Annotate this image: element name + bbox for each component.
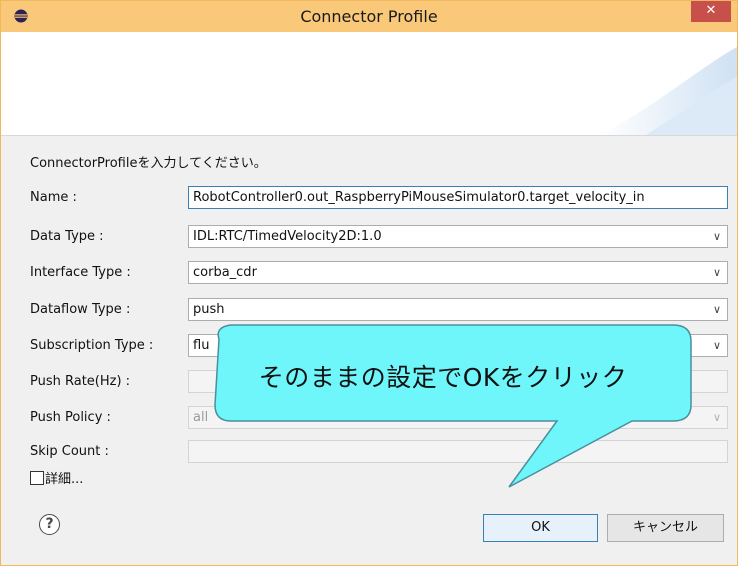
push-policy-label: Push Policy : [30,410,111,425]
skip-count-label: Skip Count : [30,444,109,459]
push-policy-value: all [193,410,209,425]
data-type-label: Data Type : [30,229,104,244]
help-glyph: ? [45,516,54,532]
details-label[interactable]: 詳細... [45,468,83,487]
title-bar[interactable]: Connector Profile ✕ [1,1,737,32]
dialog-banner [1,32,737,136]
name-field[interactable]: RobotController0.out_RaspberryPiMouseSim… [188,186,728,209]
ok-button[interactable]: OK [483,514,598,542]
instruction-callout [214,324,692,488]
interface-type-label: Interface Type : [30,265,131,280]
interface-type-value: corba_cdr [193,265,257,280]
chevron-down-icon: ∨ [712,266,721,279]
data-type-value: IDL:RTC/TimedVelocity2D:1.0 [193,229,382,244]
dialog-description: ConnectorProfileを入力してください。 [30,156,267,171]
interface-type-select[interactable]: corba_cdr ∨ [188,261,728,284]
details-checkbox[interactable] [30,471,44,485]
chevron-down-icon: ∨ [712,339,721,352]
close-icon: ✕ [705,3,717,18]
chevron-down-icon: ∨ [712,230,721,243]
data-type-select[interactable]: IDL:RTC/TimedVelocity2D:1.0 ∨ [188,225,728,248]
help-icon[interactable]: ? [39,514,60,535]
dataflow-type-select[interactable]: push ∨ [188,298,728,321]
banner-decoration [601,47,737,135]
callout-text: そのままの設定でOKをクリック [258,363,628,392]
close-button[interactable]: ✕ [691,1,731,22]
name-label: Name : [30,190,77,205]
dataflow-type-label: Dataflow Type : [30,302,131,317]
chevron-down-icon: ∨ [712,303,721,316]
window-title: Connector Profile [300,7,438,26]
chevron-down-icon: ∨ [712,411,721,424]
subscription-type-label: Subscription Type : [30,338,154,353]
push-rate-label: Push Rate(Hz) : [30,374,131,389]
name-value: RobotController0.out_RaspberryPiMouseSim… [193,190,645,205]
connector-profile-dialog: Connector Profile ✕ ConnectorProfileを入力し… [0,0,738,566]
dataflow-type-value: push [193,302,225,317]
cancel-button[interactable]: キャンセル [607,514,724,542]
